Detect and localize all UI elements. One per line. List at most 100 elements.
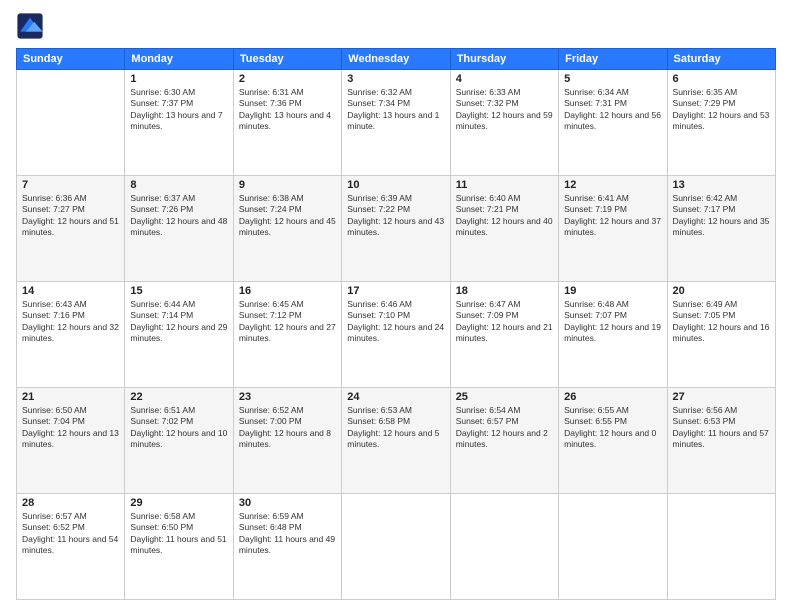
day-number: 7 [22,179,119,191]
calendar-cell: 7 Sunrise: 6:36 AM Sunset: 7:27 PM Daylig… [17,176,125,282]
calendar-cell: 2 Sunrise: 6:31 AM Sunset: 7:36 PM Daylig… [233,70,341,176]
cell-info: Sunrise: 6:56 AM Sunset: 6:53 PM Dayligh… [673,405,770,451]
cell-info: Sunrise: 6:52 AM Sunset: 7:00 PM Dayligh… [239,405,336,451]
calendar-cell: 4 Sunrise: 6:33 AM Sunset: 7:32 PM Daylig… [450,70,558,176]
cell-info: Sunrise: 6:51 AM Sunset: 7:02 PM Dayligh… [130,405,227,451]
cell-info: Sunrise: 6:48 AM Sunset: 7:07 PM Dayligh… [564,299,661,345]
calendar-cell: 9Sunrise: 6:38 AM Sunset: 7:24 PM Daylig… [233,176,341,282]
day-number: 17 [347,285,444,297]
calendar-cell [667,494,775,600]
day-number: 14 [22,285,119,297]
calendar-cell: 23 Sunrise: 6:52 AM Sunset: 7:00 PM Dayli… [233,388,341,494]
weekday-header-monday: Monday [125,49,233,70]
cell-info: Sunrise: 6:40 AM Sunset: 7:21 PM Dayligh… [456,193,553,239]
weekday-header-tuesday: Tuesday [233,49,341,70]
calendar-cell: 6Sunrise: 6:35 AM Sunset: 7:29 PM Daylig… [667,70,775,176]
calendar-cell: 29 Sunrise: 6:58 AM Sunset: 6:50 PM Dayli… [125,494,233,600]
cell-info: Sunrise: 6:35 AM Sunset: 7:29 PM Dayligh… [673,87,770,133]
calendar-cell [342,494,450,600]
calendar-cell: 5 Sunrise: 6:34 AM Sunset: 7:31 PM Daylig… [559,70,667,176]
cell-info: Sunrise: 6:31 AM Sunset: 7:36 PM Dayligh… [239,87,336,133]
day-number: 1 [130,73,227,85]
day-number: 10 [347,179,444,191]
cell-info: Sunrise: 6:49 AM Sunset: 7:05 PM Dayligh… [673,299,770,345]
day-number: 13 [673,179,770,191]
day-number: 11 [456,179,553,191]
calendar-cell: 15 Sunrise: 6:44 AM Sunset: 7:14 PM Dayli… [125,282,233,388]
weekday-header-thursday: Thursday [450,49,558,70]
calendar-cell: 21Sunrise: 6:50 AM Sunset: 7:04 PM Dayli… [17,388,125,494]
day-number: 9 [239,179,336,191]
day-number: 15 [130,285,227,297]
weekday-header-friday: Friday [559,49,667,70]
weekday-header-sunday: Sunday [17,49,125,70]
weekday-header-row: SundayMondayTuesdayWednesdayThursdayFrid… [17,49,776,70]
cell-info: Sunrise: 6:53 AM Sunset: 6:58 PM Dayligh… [347,405,444,451]
logo [16,12,48,40]
day-number: 23 [239,391,336,403]
cell-info: Sunrise: 6:47 AM Sunset: 7:09 PM Dayligh… [456,299,553,345]
week-row-3: 21Sunrise: 6:50 AM Sunset: 7:04 PM Dayli… [17,388,776,494]
calendar-cell: 11 Sunrise: 6:40 AM Sunset: 7:21 PM Dayli… [450,176,558,282]
cell-info: Sunrise: 6:42 AM Sunset: 7:17 PM Dayligh… [673,193,770,239]
day-number: 8 [130,179,227,191]
cell-info: Sunrise: 6:33 AM Sunset: 7:32 PM Dayligh… [456,87,553,133]
day-number: 4 [456,73,553,85]
cell-info: Sunrise: 6:45 AM Sunset: 7:12 PM Dayligh… [239,299,336,345]
calendar-cell [450,494,558,600]
week-row-0: 1 Sunrise: 6:30 AM Sunset: 7:37 PM Daylig… [17,70,776,176]
cell-info: Sunrise: 6:36 AM Sunset: 7:27 PM Dayligh… [22,193,119,239]
weekday-header-saturday: Saturday [667,49,775,70]
cell-info: Sunrise: 6:54 AM Sunset: 6:57 PM Dayligh… [456,405,553,451]
day-number: 5 [564,73,661,85]
cell-info: Sunrise: 6:58 AM Sunset: 6:50 PM Dayligh… [130,511,227,557]
page: SundayMondayTuesdayWednesdayThursdayFrid… [0,0,792,612]
calendar-cell [17,70,125,176]
day-number: 25 [456,391,553,403]
day-number: 22 [130,391,227,403]
calendar-cell: 8 Sunrise: 6:37 AM Sunset: 7:26 PM Daylig… [125,176,233,282]
week-row-4: 28Sunrise: 6:57 AM Sunset: 6:52 PM Dayli… [17,494,776,600]
day-number: 20 [673,285,770,297]
calendar-cell: 10 Sunrise: 6:39 AM Sunset: 7:22 PM Dayli… [342,176,450,282]
day-number: 29 [130,497,227,509]
calendar-cell: 25 Sunrise: 6:54 AM Sunset: 6:57 PM Dayli… [450,388,558,494]
calendar-cell: 1 Sunrise: 6:30 AM Sunset: 7:37 PM Daylig… [125,70,233,176]
calendar-cell: 24Sunrise: 6:53 AM Sunset: 6:58 PM Dayli… [342,388,450,494]
day-number: 3 [347,73,444,85]
calendar-cell: 19 Sunrise: 6:48 AM Sunset: 7:07 PM Dayli… [559,282,667,388]
week-row-1: 7 Sunrise: 6:36 AM Sunset: 7:27 PM Daylig… [17,176,776,282]
week-row-2: 14 Sunrise: 6:43 AM Sunset: 7:16 PM Dayli… [17,282,776,388]
weekday-header-wednesday: Wednesday [342,49,450,70]
cell-info: Sunrise: 6:30 AM Sunset: 7:37 PM Dayligh… [130,87,227,133]
calendar-cell: 16Sunrise: 6:45 AM Sunset: 7:12 PM Dayli… [233,282,341,388]
cell-info: Sunrise: 6:59 AM Sunset: 6:48 PM Dayligh… [239,511,336,557]
calendar-cell: 12Sunrise: 6:41 AM Sunset: 7:19 PM Dayli… [559,176,667,282]
cell-info: Sunrise: 6:43 AM Sunset: 7:16 PM Dayligh… [22,299,119,345]
calendar-cell: 18Sunrise: 6:47 AM Sunset: 7:09 PM Dayli… [450,282,558,388]
day-number: 27 [673,391,770,403]
calendar-cell: 30Sunrise: 6:59 AM Sunset: 6:48 PM Dayli… [233,494,341,600]
cell-info: Sunrise: 6:39 AM Sunset: 7:22 PM Dayligh… [347,193,444,239]
calendar-cell [559,494,667,600]
calendar-cell: 20 Sunrise: 6:49 AM Sunset: 7:05 PM Dayli… [667,282,775,388]
cell-info: Sunrise: 6:41 AM Sunset: 7:19 PM Dayligh… [564,193,661,239]
calendar-cell: 22 Sunrise: 6:51 AM Sunset: 7:02 PM Dayli… [125,388,233,494]
day-number: 28 [22,497,119,509]
calendar-cell: 17 Sunrise: 6:46 AM Sunset: 7:10 PM Dayli… [342,282,450,388]
cell-info: Sunrise: 6:37 AM Sunset: 7:26 PM Dayligh… [130,193,227,239]
calendar-table: SundayMondayTuesdayWednesdayThursdayFrid… [16,48,776,600]
calendar-cell: 28Sunrise: 6:57 AM Sunset: 6:52 PM Dayli… [17,494,125,600]
cell-info: Sunrise: 6:34 AM Sunset: 7:31 PM Dayligh… [564,87,661,133]
logo-icon [16,12,44,40]
day-number: 2 [239,73,336,85]
calendar-cell: 13 Sunrise: 6:42 AM Sunset: 7:17 PM Dayli… [667,176,775,282]
cell-info: Sunrise: 6:46 AM Sunset: 7:10 PM Dayligh… [347,299,444,345]
calendar-cell: 14 Sunrise: 6:43 AM Sunset: 7:16 PM Dayli… [17,282,125,388]
day-number: 19 [564,285,661,297]
calendar-cell: 3Sunrise: 6:32 AM Sunset: 7:34 PM Daylig… [342,70,450,176]
calendar-cell: 26Sunrise: 6:55 AM Sunset: 6:55 PM Dayli… [559,388,667,494]
cell-info: Sunrise: 6:44 AM Sunset: 7:14 PM Dayligh… [130,299,227,345]
header [16,12,776,40]
day-number: 26 [564,391,661,403]
